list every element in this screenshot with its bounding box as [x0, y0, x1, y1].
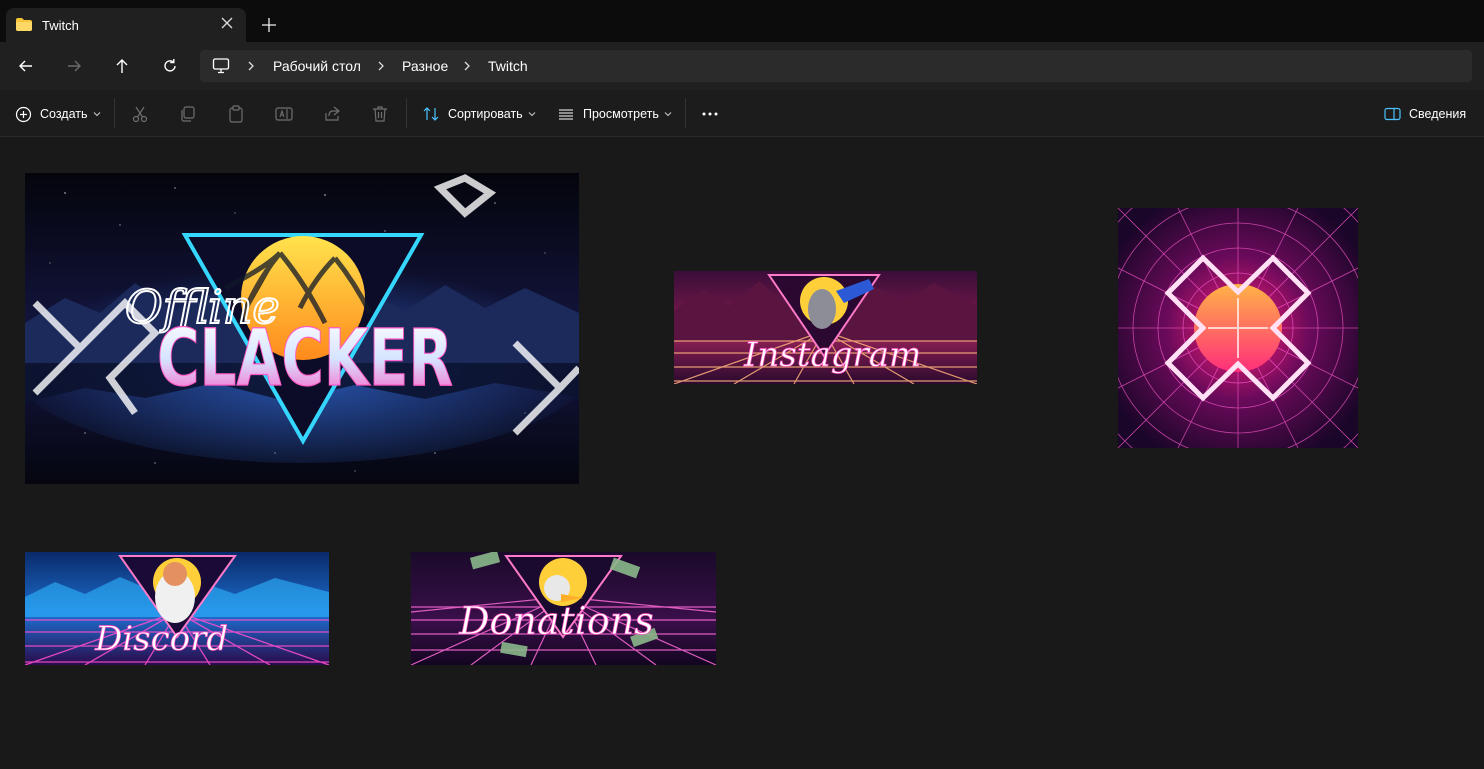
- logo-image: [1118, 208, 1358, 448]
- chevron-right-icon[interactable]: [376, 60, 386, 72]
- instagram-title: Instagram: [743, 335, 921, 375]
- image-thumbnail-discord[interactable]: Discord: [25, 552, 329, 665]
- up-arrow-icon[interactable]: [112, 56, 132, 76]
- tab-title: Twitch: [42, 18, 79, 33]
- details-button[interactable]: Сведения: [1384, 104, 1466, 124]
- details-label: Сведения: [1409, 107, 1467, 121]
- instagram-banner-image: Instagram: [674, 271, 977, 384]
- navigation-bar: Рабочий стол Разное Twitch: [0, 42, 1484, 90]
- image-thumbnail-donations[interactable]: Donations: [411, 552, 716, 665]
- divider: [685, 98, 686, 128]
- chevron-down-icon: [93, 112, 100, 117]
- paste-icon[interactable]: [226, 104, 246, 124]
- image-thumbnail-logo[interactable]: [1118, 208, 1358, 448]
- breadcrumb-misc[interactable]: Разное: [402, 58, 448, 74]
- discord-banner-image: Discord: [25, 552, 329, 665]
- create-label: Создать: [40, 107, 88, 121]
- close-icon[interactable]: [218, 14, 236, 32]
- divider: [406, 98, 407, 128]
- offline-subtitle: CLACKER: [157, 314, 453, 404]
- address-bar[interactable]: Рабочий стол Разное Twitch: [200, 50, 1472, 82]
- breadcrumb-twitch[interactable]: Twitch: [488, 58, 528, 74]
- cut-icon[interactable]: [130, 104, 150, 124]
- discord-title: Discord: [94, 619, 228, 659]
- more-options-icon[interactable]: [700, 104, 720, 124]
- back-arrow-icon[interactable]: [16, 56, 36, 76]
- donations-banner-image: Donations: [411, 552, 716, 665]
- computer-icon: [212, 58, 230, 74]
- folder-icon: [16, 18, 32, 31]
- share-icon[interactable]: [322, 104, 342, 124]
- copy-icon[interactable]: [178, 104, 198, 124]
- view-list-icon: [559, 109, 573, 120]
- sort-label: Сортировать: [448, 107, 523, 121]
- chevron-down-icon: [664, 112, 672, 117]
- title-bar: Twitch: [0, 0, 1484, 42]
- image-thumbnail-offline[interactable]: Offline CLACKER: [25, 173, 579, 484]
- chevron-down-icon: [528, 112, 536, 117]
- chevron-right-icon[interactable]: [246, 60, 256, 72]
- create-button[interactable]: Создать: [15, 104, 101, 124]
- command-bar: Создать Сортировать Просмотреть Сведения: [0, 90, 1484, 137]
- image-thumbnail-instagram[interactable]: Instagram: [674, 271, 977, 384]
- view-label: Просмотреть: [583, 107, 659, 121]
- plus-icon[interactable]: [260, 16, 278, 34]
- sort-button[interactable]: Сортировать: [422, 104, 536, 124]
- details-pane-icon: [1384, 107, 1401, 121]
- offline-banner-image: Offline CLACKER: [25, 173, 579, 484]
- divider: [114, 98, 115, 128]
- forward-arrow-icon[interactable]: [64, 56, 84, 76]
- delete-icon[interactable]: [370, 104, 390, 124]
- rename-icon[interactable]: [274, 104, 294, 124]
- donations-title: Donations: [458, 599, 654, 643]
- tab-twitch[interactable]: Twitch: [6, 8, 246, 42]
- sort-icon: [423, 107, 439, 121]
- view-button[interactable]: Просмотреть: [557, 104, 672, 124]
- chevron-right-icon[interactable]: [462, 60, 472, 72]
- plus-circle-icon: [15, 106, 32, 122]
- breadcrumb-desktop[interactable]: Рабочий стол: [273, 58, 361, 74]
- refresh-icon[interactable]: [160, 56, 180, 76]
